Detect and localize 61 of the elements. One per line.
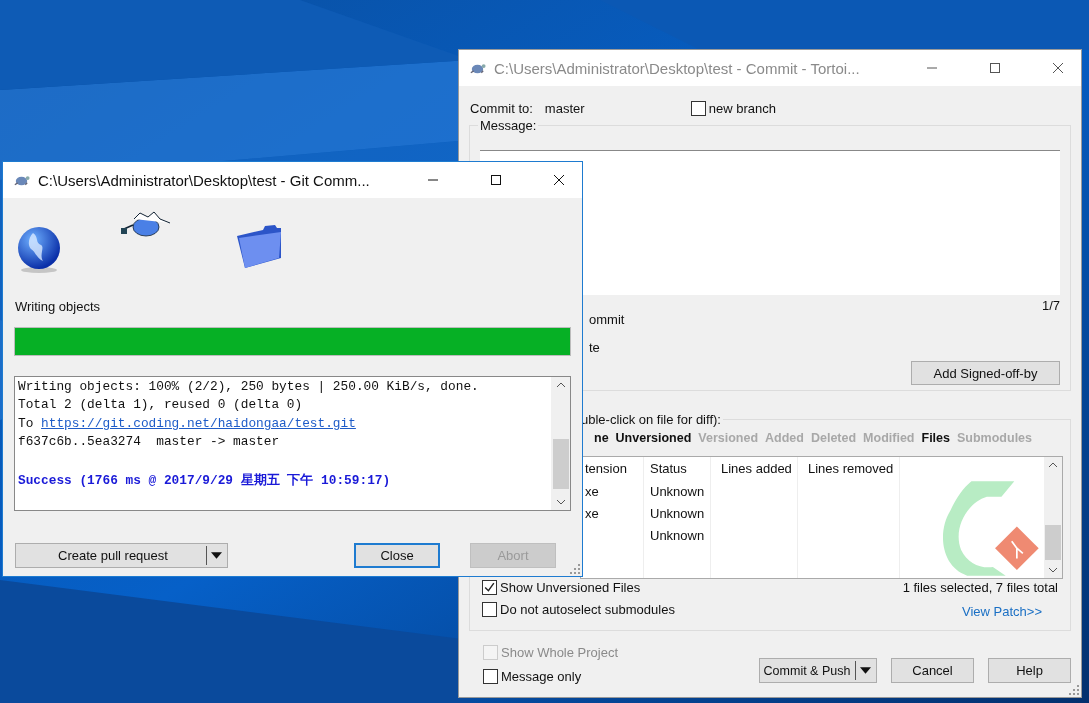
checkbox[interactable]: [482, 601, 497, 617]
column-header[interactable]: Lines removed: [804, 457, 899, 481]
chevron-down-icon[interactable]: [1048, 567, 1058, 573]
add-signed-off-button[interactable]: Add Signed-off-by: [911, 361, 1060, 385]
table-cell: Unknown: [650, 528, 705, 543]
checkbox[interactable]: [690, 100, 706, 116]
close-icon[interactable]: [1052, 62, 1064, 74]
filter-link[interactable]: Files: [921, 431, 950, 445]
dialog-button[interactable]: Close: [354, 543, 440, 568]
checkbox-label: Show Whole Project: [501, 644, 619, 660]
checkbox[interactable]: [483, 668, 498, 684]
log-line: Total 2 (delta 1), reused 0 (delta 0): [18, 396, 304, 415]
filter-link[interactable]: ne: [594, 431, 609, 445]
globe-icon: [15, 225, 63, 273]
file-summary: 1 files selected, 7 files total: [902, 580, 1058, 595]
table-cell: xe: [585, 484, 599, 499]
scrollbar[interactable]: [551, 377, 570, 510]
checkbox-label: new branch: [708, 100, 777, 116]
checkbox-label: Do not autoselect submodules: [500, 601, 675, 617]
table-cell: Unknown: [650, 506, 705, 521]
view-patch-link[interactable]: View Patch>>: [962, 604, 1042, 619]
split-button[interactable]: Create pull request: [15, 543, 228, 568]
branch-name: master: [544, 100, 586, 116]
repository-link[interactable]: https://git.coding.net/haidongaa/test.git: [41, 414, 356, 434]
maximize-icon[interactable]: [989, 62, 1001, 74]
folder-icon: [235, 224, 283, 270]
resize-grip-icon[interactable]: [570, 564, 580, 574]
table-cell: xe: [585, 506, 599, 521]
dialog-button[interactable]: Help: [988, 658, 1071, 683]
checkbox-label: Message only: [501, 668, 582, 684]
commit-to-label: Commit to:: [470, 100, 533, 116]
caret-icon[interactable]: [211, 552, 222, 559]
option-label: ommit: [589, 312, 625, 327]
column-header[interactable]: Status: [646, 457, 710, 481]
status-text: Writing objects: [15, 299, 101, 314]
turtle-icon: [120, 209, 172, 239]
dialog-button[interactable]: Cancel: [891, 658, 974, 683]
log-line: Writing objects: 100% (2/2), 250 bytes | 250.00 KiB/s, done.: [18, 378, 480, 396]
option-label: te: [589, 340, 600, 355]
group-label: Message:: [478, 118, 539, 133]
column-header[interactable]: Lines added: [717, 457, 797, 481]
window-title: C:\Users\Administrator\Desktop\test - Git Comm...: [38, 171, 371, 189]
line-counter: 1/7: [1041, 298, 1060, 313]
log-line: f637c6b..5ea3274 master -> master: [18, 433, 281, 452]
scrollbar[interactable]: [1044, 457, 1062, 578]
checkbox-label: Show Unversioned Files: [500, 579, 641, 595]
maximize-icon[interactable]: [490, 174, 502, 186]
chevron-up-icon[interactable]: [555, 382, 566, 388]
resize-grip-icon[interactable]: [1069, 685, 1079, 695]
close-icon[interactable]: [553, 174, 565, 186]
log-prefix: To: [18, 414, 34, 433]
split-button[interactable]: Commit & Push: [759, 658, 877, 683]
table-cell: Unknown: [650, 484, 705, 499]
checkbox[interactable]: [482, 579, 497, 595]
chevron-down-icon[interactable]: [555, 499, 566, 505]
chevron-up-icon[interactable]: [1048, 462, 1058, 468]
caret-icon[interactable]: [860, 667, 871, 674]
success-line: Success (1766 ms @ 2017/9/29 星期五 下午 10:59:17): [18, 471, 392, 490]
filter-link[interactable]: Unversioned: [615, 431, 692, 445]
window-title: C:\Users\Administrator\Desktop\test - Commit - Tortoi...: [494, 59, 861, 77]
column-header[interactable]: tension: [581, 457, 643, 481]
